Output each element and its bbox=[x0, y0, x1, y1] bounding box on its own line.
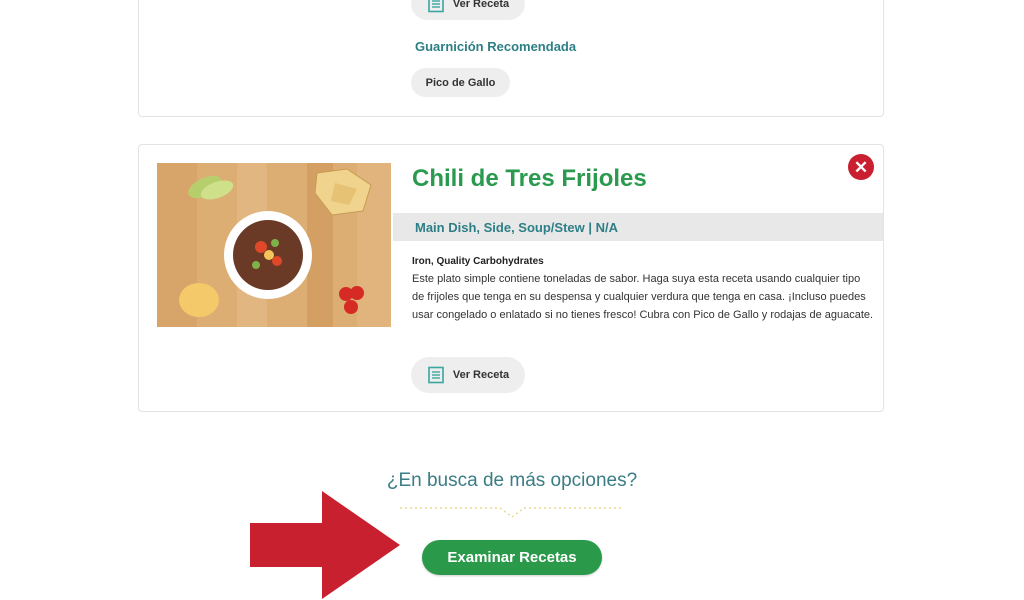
more-options-prompt: ¿En busca de más opciones? bbox=[386, 470, 638, 491]
view-recipe-button[interactable]: Ver Receta bbox=[411, 357, 525, 393]
red-arrow-icon bbox=[250, 491, 400, 599]
recipe-categories: Main Dish, Side, Soup/Stew | N/A bbox=[415, 219, 618, 235]
close-icon: ✕ bbox=[853, 157, 869, 177]
side-dish-label: Pico de Gallo bbox=[425, 76, 496, 89]
recipe-nutrients: Iron, Quality Carbohydrates bbox=[412, 256, 544, 267]
recipe-description: Este plato simple contiene toneladas de … bbox=[412, 273, 874, 321]
browse-recipes-button[interactable]: Examinar Recetas bbox=[422, 540, 602, 575]
recipe-card-previous: Ver Receta Guarnición Recomendada Pico d… bbox=[138, 0, 884, 117]
view-recipe-label: Ver Receta bbox=[452, 0, 510, 10]
document-icon bbox=[428, 366, 444, 384]
recipe-card: Chili de Tres Frijoles ✕ Main Dish, Side… bbox=[138, 144, 884, 412]
side-dish-heading: Guarnición Recomendada bbox=[415, 39, 577, 54]
view-recipe-button[interactable]: Ver Receta bbox=[411, 0, 525, 20]
side-dish-button[interactable]: Pico de Gallo bbox=[411, 68, 510, 97]
dotted-divider bbox=[400, 507, 624, 518]
recipe-title[interactable]: Chili de Tres Frijoles bbox=[412, 165, 647, 193]
category-bar: Main Dish, Side, Soup/Stew | N/A bbox=[393, 213, 883, 241]
remove-recipe-button[interactable]: ✕ bbox=[848, 154, 874, 180]
recipe-photo bbox=[157, 163, 391, 327]
document-icon bbox=[428, 0, 444, 12]
view-recipe-label: Ver Receta bbox=[452, 369, 510, 381]
